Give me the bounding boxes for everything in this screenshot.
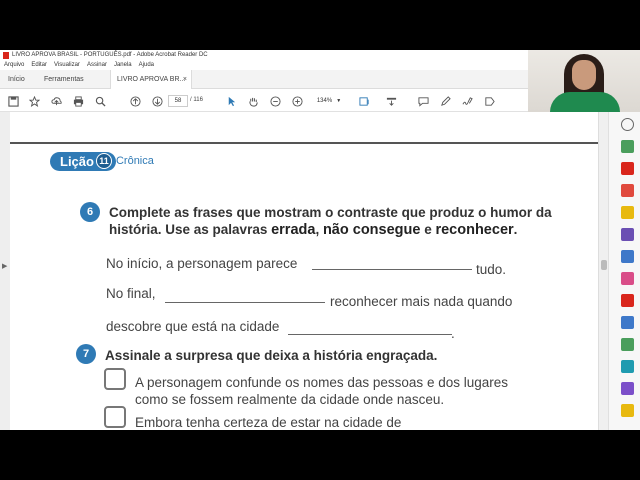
q6-line3-start: descobre que está na cidade bbox=[106, 319, 280, 334]
page-number-input[interactable]: 58 bbox=[168, 95, 188, 107]
title-bar: LIVRO APROVA BRASIL - PORTUGUÊS.pdf - Ad… bbox=[0, 50, 528, 60]
q6-blank-1[interactable] bbox=[312, 269, 472, 270]
page-total: / 116 bbox=[190, 97, 203, 103]
lesson-name: Crônica bbox=[115, 155, 154, 167]
cursor-icon[interactable] bbox=[224, 94, 238, 108]
option-2-text: Embora tenha certeza de estar na cidade … bbox=[135, 415, 402, 430]
page-top-border bbox=[10, 142, 598, 144]
tab-bar: Início Ferramentas LIVRO APROVA BR... × bbox=[0, 70, 528, 89]
upload-icon[interactable] bbox=[49, 94, 63, 108]
question-6-prompt: Complete as frases que mostram o contras… bbox=[109, 204, 569, 239]
lesson-number: 11 bbox=[95, 153, 112, 169]
star-icon[interactable] bbox=[27, 94, 41, 108]
menu-assinar[interactable]: Assinar bbox=[87, 62, 107, 68]
toolbar: 58 / 116 134% ▼ bbox=[0, 90, 528, 112]
tab-tools[interactable]: Ferramentas bbox=[44, 70, 84, 89]
q6-line3-end: . bbox=[451, 326, 455, 341]
word-reconhecer: reconhecer bbox=[435, 222, 514, 238]
q6-line1-end: tudo. bbox=[476, 262, 507, 277]
word-nao-consegue: não consegue bbox=[322, 222, 421, 238]
export-pdf-icon[interactable] bbox=[621, 140, 634, 153]
arrow-up-icon[interactable] bbox=[128, 94, 142, 108]
print-icon[interactable] bbox=[71, 94, 85, 108]
fit-page-icon[interactable] bbox=[357, 94, 371, 108]
menu-ajuda[interactable]: Ajuda bbox=[139, 62, 154, 68]
webcam-overlay bbox=[528, 50, 640, 112]
organize-pages-icon[interactable] bbox=[621, 162, 634, 175]
zoom-tool-icon[interactable] bbox=[621, 118, 634, 131]
zoom-in-icon[interactable] bbox=[290, 94, 304, 108]
option-1-text: A personagem confunde os nomes das pesso… bbox=[135, 374, 555, 408]
q6-blank-2[interactable] bbox=[165, 302, 325, 303]
option-1-checkbox[interactable] bbox=[104, 368, 126, 390]
window-title: LIVRO APROVA BRASIL - PORTUGUÊS.pdf - Ad… bbox=[12, 52, 208, 58]
zoom-out-icon[interactable] bbox=[268, 94, 282, 108]
compare-icon[interactable] bbox=[621, 338, 634, 351]
fill-sign-icon[interactable] bbox=[621, 272, 634, 285]
sign-icon[interactable] bbox=[460, 94, 474, 108]
tab-document[interactable]: LIVRO APROVA BR... × bbox=[110, 70, 192, 89]
tab-document-label: LIVRO APROVA BR... bbox=[117, 76, 186, 83]
lesson-header: Lição 11 Crônica bbox=[50, 148, 154, 174]
scrollbar[interactable] bbox=[599, 112, 609, 430]
q6-blank-3[interactable] bbox=[288, 334, 452, 335]
close-icon[interactable]: × bbox=[183, 76, 187, 83]
menu-janela[interactable]: Janela bbox=[114, 62, 132, 68]
search-icon[interactable] bbox=[93, 94, 107, 108]
tab-home[interactable]: Início bbox=[8, 70, 25, 89]
option-1-line2: como se fossem realmente da cidade onde … bbox=[135, 392, 445, 407]
question-6-number: 6 bbox=[80, 202, 100, 222]
question-6-prompt-line2: história. Use as palavras bbox=[109, 222, 272, 237]
menu-editar[interactable]: Editar bbox=[31, 62, 47, 68]
acrobat-window: LIVRO APROVA BRASIL - PORTUGUÊS.pdf - Ad… bbox=[0, 50, 640, 430]
left-panel-toggle[interactable]: ▶ bbox=[0, 112, 10, 430]
menu-bar: Arquivo Editar Visualizar Assinar Janela… bbox=[0, 60, 528, 70]
scrollbar-thumb[interactable] bbox=[601, 260, 607, 270]
document-viewport[interactable]: Lição 11 Crônica 6 Complete as frases qu… bbox=[10, 112, 598, 430]
comment-icon[interactable] bbox=[416, 94, 430, 108]
pdf-page: Lição 11 Crônica 6 Complete as frases qu… bbox=[10, 112, 598, 430]
more-tools-icon[interactable] bbox=[482, 94, 496, 108]
option-2-checkbox[interactable] bbox=[104, 406, 126, 428]
pen-icon[interactable] bbox=[438, 94, 452, 108]
q6-line1-start: No início, a personagem parece bbox=[106, 256, 298, 271]
comment-tool-icon[interactable] bbox=[621, 206, 634, 219]
right-tools-panel bbox=[598, 112, 640, 430]
arrow-down-icon[interactable] bbox=[150, 94, 164, 108]
comma: , bbox=[315, 222, 323, 237]
question-6-prompt-line1: Complete as frases que mostram o contras… bbox=[109, 205, 552, 220]
create-pdf-icon[interactable] bbox=[621, 184, 634, 197]
protect-icon[interactable] bbox=[621, 316, 634, 329]
menu-arquivo[interactable]: Arquivo bbox=[4, 62, 24, 68]
question-7-prompt: Assinale a surpresa que deixa a história… bbox=[105, 348, 438, 363]
chevron-down-icon: ▼ bbox=[336, 98, 342, 104]
word-errada: errada bbox=[271, 222, 316, 238]
menu-visualizar[interactable]: Visualizar bbox=[54, 62, 80, 68]
screen: LIVRO APROVA BRASIL - PORTUGUÊS.pdf - Ad… bbox=[0, 0, 640, 480]
pen-tool-icon[interactable] bbox=[621, 382, 634, 395]
stamp-icon[interactable] bbox=[621, 404, 634, 417]
q6-line2-end: reconhecer mais nada quando bbox=[330, 294, 513, 309]
send-sign-icon[interactable] bbox=[621, 294, 634, 307]
period: . bbox=[513, 222, 518, 237]
combine-files-icon[interactable] bbox=[621, 228, 634, 241]
optimize-icon[interactable] bbox=[621, 360, 634, 373]
read-mode-icon[interactable] bbox=[384, 94, 398, 108]
expand-left-icon: ▶ bbox=[2, 263, 8, 270]
conjunction: e bbox=[420, 222, 436, 237]
zoom-level-dropdown[interactable]: 134% ▼ bbox=[312, 95, 346, 107]
edit-pdf-icon[interactable] bbox=[621, 250, 634, 263]
save-icon[interactable] bbox=[6, 94, 20, 108]
zoom-level: 134% bbox=[316, 98, 333, 104]
option-1-line1: A personagem confunde os nomes das pesso… bbox=[135, 375, 508, 390]
question-7-number: 7 bbox=[76, 344, 96, 364]
q6-line2-start: No final, bbox=[106, 286, 156, 301]
hand-icon[interactable] bbox=[246, 94, 260, 108]
pdf-icon bbox=[3, 51, 9, 59]
